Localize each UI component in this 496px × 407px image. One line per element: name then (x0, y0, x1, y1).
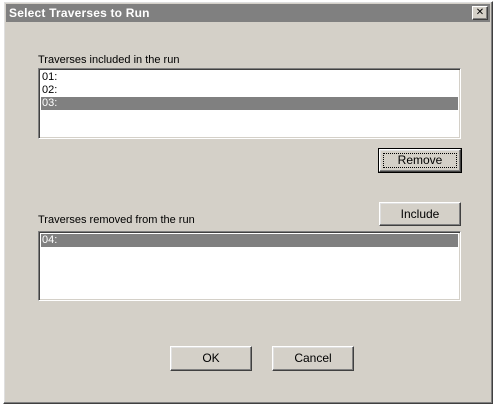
removed-label: Traverses removed from the run (38, 214, 195, 226)
close-button[interactable]: ✕ (472, 6, 488, 20)
included-traverses-list[interactable]: 01: 02: 03: (38, 68, 461, 139)
include-button-label: Include (400, 207, 440, 221)
list-item[interactable]: 01: (41, 71, 458, 84)
dialog-title: Select Traverses to Run (9, 6, 150, 20)
select-traverses-dialog: Select Traverses to Run ✕ Traverses incl… (3, 1, 493, 404)
include-button[interactable]: Include (379, 202, 461, 226)
cancel-button-label: Cancel (294, 351, 332, 365)
title-bar[interactable]: Select Traverses to Run ✕ (6, 4, 490, 22)
list-item[interactable]: 02: (41, 84, 458, 97)
remove-button[interactable]: Remove (378, 148, 462, 173)
ok-button[interactable]: OK (170, 346, 252, 371)
focus-indicator (383, 153, 457, 168)
close-icon: ✕ (475, 7, 485, 18)
list-item[interactable]: 03: (41, 97, 458, 110)
removed-traverses-list[interactable]: 04: (38, 231, 461, 301)
included-label: Traverses included in the run (38, 54, 180, 66)
cancel-button[interactable]: Cancel (272, 346, 354, 371)
list-item[interactable]: 04: (41, 234, 458, 247)
ok-button-label: OK (202, 351, 220, 365)
